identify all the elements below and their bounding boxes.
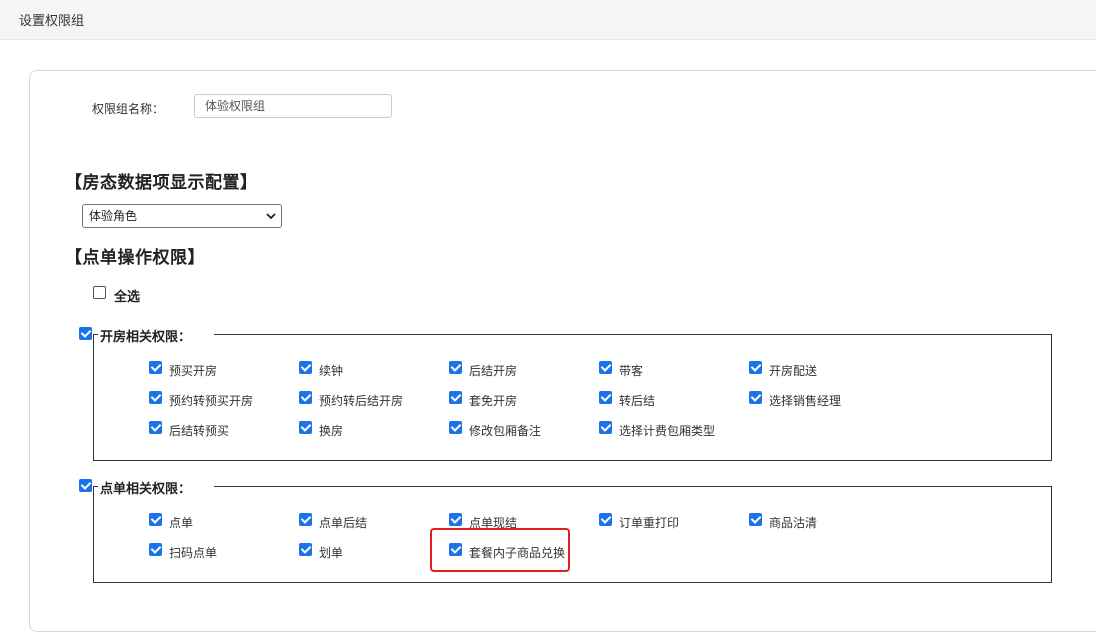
permission-checkbox[interactable] [599,513,612,526]
permission-checkbox[interactable] [449,513,462,526]
role-select-value: 体验角色 [89,209,138,223]
group-name-input[interactable]: 体验权限组 [194,94,392,118]
permission-checkbox[interactable] [749,513,762,526]
group-border-segment [93,486,98,487]
permission-checkbox[interactable] [149,361,162,374]
order-group-checkbox[interactable] [79,479,92,492]
name-label: 权限组名称： [92,102,165,116]
permission-label: 后结开房 [469,364,518,378]
permission-label: 套免开房 [469,394,518,408]
permission-label: 选择销售经理 [769,394,842,408]
permission-checkbox[interactable] [299,391,312,404]
permission-checkbox[interactable] [299,513,312,526]
permission-checkbox[interactable] [449,421,462,434]
permission-checkbox[interactable] [149,513,162,526]
permission-label: 划单 [319,546,344,560]
order-perm-section-title: 【点单操作权限】 [65,248,205,268]
select-all-label: 全选 [114,290,141,305]
permission-checkbox[interactable] [149,543,162,556]
permission-label: 订单重打印 [619,516,680,530]
permission-checkbox[interactable] [149,391,162,404]
permission-label: 点单 [169,516,194,530]
room-display-section-title: 【房态数据项显示配置】 [65,173,258,193]
permission-label: 点单后结 [319,516,368,530]
permission-checkbox[interactable] [599,391,612,404]
permission-label: 商品沽清 [769,516,818,530]
permission-label: 转后结 [619,394,656,408]
permission-checkbox[interactable] [449,361,462,374]
permission-label: 开房配送 [769,364,818,378]
permission-checkbox[interactable] [599,421,612,434]
permission-label: 带客 [619,364,644,378]
group-border-segment [214,486,1051,487]
permission-checkbox[interactable] [449,391,462,404]
permission-label: 扫码点单 [169,546,218,560]
permission-checkbox[interactable] [749,361,762,374]
permission-checkbox[interactable] [749,391,762,404]
chevron-down-icon [266,213,276,220]
select-all-checkbox[interactable] [93,286,106,299]
page-header: 设置权限组 [0,0,1096,40]
group-border-segment [214,334,1051,335]
permission-label: 换房 [319,424,344,438]
highlight-box [430,528,570,572]
permission-checkbox[interactable] [149,421,162,434]
permission-label: 预买开房 [169,364,218,378]
permission-label: 预约转后结开房 [319,394,404,408]
role-select[interactable]: 体验角色 [82,204,282,228]
open-room-group-checkbox[interactable] [79,327,92,340]
open-room-group-title: 开房相关权限： [100,326,198,345]
permission-checkbox[interactable] [299,361,312,374]
permission-label: 后结转预买 [169,424,230,438]
permission-label: 修改包厢备注 [469,424,542,438]
permission-checkbox[interactable] [599,361,612,374]
group-border-segment [93,334,98,335]
permission-label: 续钟 [319,364,344,378]
order-group-title: 点单相关权限： [100,478,198,497]
permission-label: 预约转预买开房 [169,394,254,408]
permission-checkbox[interactable] [299,421,312,434]
permission-checkbox[interactable] [299,543,312,556]
order-group-box [93,486,1052,583]
permission-label: 选择计费包厢类型 [619,424,716,438]
page-title: 设置权限组 [19,14,85,29]
